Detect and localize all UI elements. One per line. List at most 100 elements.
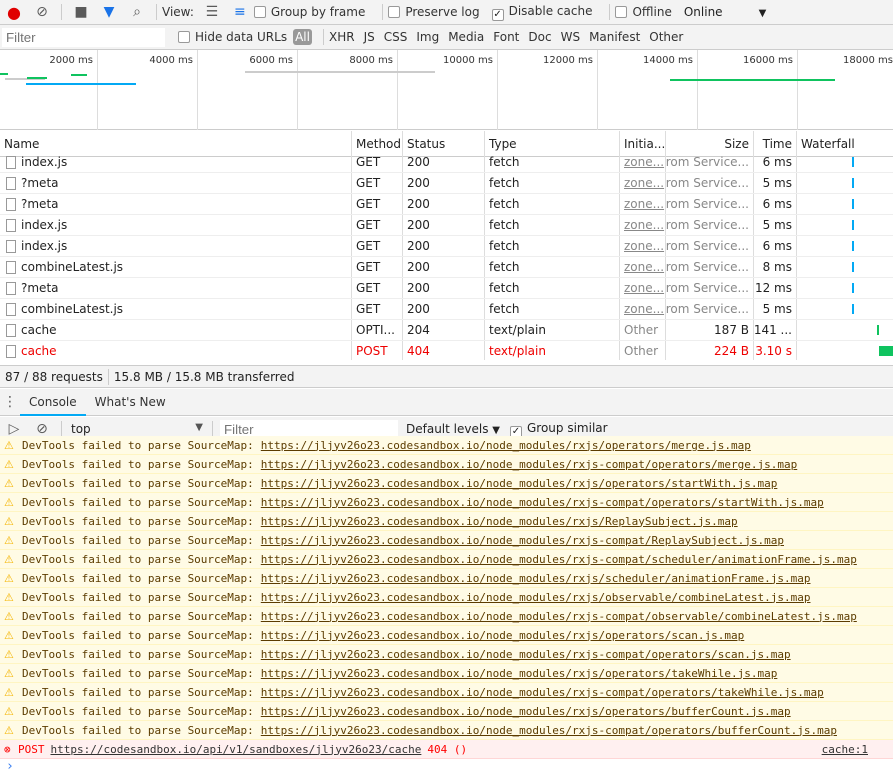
- warning-text: DevTools failed to parse SourceMap:: [22, 628, 254, 642]
- filter-input[interactable]: [2, 27, 165, 47]
- cell-size: 187 B: [665, 320, 753, 340]
- warning-text: DevTools failed to parse SourceMap:: [22, 533, 254, 547]
- cell-method: GET: [351, 257, 402, 277]
- table-row[interactable]: index.js GET 200 fetch zone... (from Service.…: [0, 152, 893, 173]
- console-warning: ⚠ DevTools failed to parse SourceMap: http…: [0, 474, 893, 493]
- cell-method: GET: [351, 194, 402, 214]
- table-row[interactable]: index.js GET 200 fetch zone... (from Service.…: [0, 236, 893, 257]
- cell-initiator[interactable]: Other: [619, 341, 665, 360]
- table-row[interactable]: cache POST 404 text/plain Other 224 B 3.10 s: [0, 341, 893, 360]
- console-prompt[interactable]: ›: [0, 759, 893, 777]
- table-row[interactable]: cache OPTI... 204 text/plain Other 187 B 141 .…: [0, 320, 893, 341]
- filter-type-ws[interactable]: WS: [561, 30, 580, 44]
- cell-initiator[interactable]: zone...: [619, 299, 665, 319]
- warning-icon: ⚠: [4, 647, 14, 661]
- table-row[interactable]: ?meta GET 200 fetch zone... (from Service... 1…: [0, 278, 893, 299]
- record-icon[interactable]: ●: [3, 3, 25, 22]
- cell-text: fetch: [489, 155, 520, 169]
- cell-text: 200: [407, 302, 430, 316]
- sourcemap-link[interactable]: https://jljyv26o23.codesandbox.io/node_m…: [261, 515, 738, 528]
- cell-initiator[interactable]: zone...: [619, 215, 665, 235]
- console-warning: ⚠ DevTools failed to parse SourceMap: http…: [0, 664, 893, 683]
- sourcemap-link[interactable]: https://jljyv26o23.codesandbox.io/node_m…: [261, 591, 811, 604]
- filter-type-css[interactable]: CSS: [384, 30, 408, 44]
- console-warning: ⚠ DevTools failed to parse SourceMap: http…: [0, 550, 893, 569]
- sourcemap-link[interactable]: https://jljyv26o23.codesandbox.io/node_m…: [261, 534, 784, 547]
- filter-type-doc[interactable]: Doc: [528, 30, 551, 44]
- table-row[interactable]: ?meta GET 200 fetch zone... (from Service... 5…: [0, 173, 893, 194]
- cell-status: 200: [402, 278, 484, 298]
- filter-type-font[interactable]: Font: [493, 30, 519, 44]
- sourcemap-link[interactable]: https://jljyv26o23.codesandbox.io/node_m…: [261, 610, 857, 623]
- sourcemap-link[interactable]: https://jljyv26o23.codesandbox.io/node_m…: [261, 553, 857, 566]
- waterfall-bar: [852, 262, 854, 272]
- tab-console[interactable]: Console: [20, 389, 86, 416]
- sourcemap-link[interactable]: https://jljyv26o23.codesandbox.io/node_m…: [261, 648, 791, 661]
- search-icon[interactable]: ⌕: [126, 4, 148, 20]
- disable-cache-checkbox[interactable]: ✓ Disable cache: [491, 4, 605, 21]
- more-menu-icon[interactable]: ⋮: [3, 394, 17, 410]
- filter-icon[interactable]: ▼: [98, 4, 120, 20]
- throttle-select[interactable]: Online ▼: [684, 5, 766, 19]
- cell-initiator[interactable]: zone...: [619, 173, 665, 193]
- console-warning: ⚠ DevTools failed to parse SourceMap: http…: [0, 721, 893, 740]
- cell-initiator[interactable]: zone...: [619, 278, 665, 298]
- filter-type-all[interactable]: All: [293, 29, 312, 45]
- warning-icon: ⚠: [4, 571, 14, 585]
- group-by-frame-checkbox[interactable]: Group by frame: [253, 5, 377, 19]
- camera-icon[interactable]: ■: [70, 4, 92, 20]
- group-similar-checkbox[interactable]: ✓ Group similar: [509, 421, 608, 438]
- clear-icon[interactable]: ⊘: [31, 4, 53, 20]
- tab-whats-new[interactable]: What's New: [86, 389, 175, 416]
- cell-text: GET: [356, 197, 381, 211]
- table-row[interactable]: ?meta GET 200 fetch zone... (from Service... 6…: [0, 194, 893, 215]
- cell-text: (from Service...: [665, 302, 749, 316]
- log-levels-select[interactable]: Default levels ▼: [406, 422, 500, 436]
- large-rows-icon[interactable]: ☰: [201, 4, 223, 20]
- clear-console-icon[interactable]: ⊘: [31, 421, 53, 437]
- cell-text: 5 ms: [762, 302, 792, 316]
- error-source-link[interactable]: cache:1: [822, 743, 868, 756]
- filter-type-js[interactable]: JS: [364, 30, 375, 44]
- warning-icon: ⚠: [4, 457, 14, 471]
- filter-type-other[interactable]: Other: [649, 30, 683, 44]
- cell-method: GET: [351, 215, 402, 235]
- warning-text: DevTools failed to parse SourceMap:: [22, 685, 254, 699]
- offline-checkbox[interactable]: Offline: [615, 5, 683, 19]
- cell-text: GET: [356, 176, 381, 190]
- sourcemap-link[interactable]: https://jljyv26o23.codesandbox.io/node_m…: [261, 439, 751, 452]
- hide-data-urls-checkbox[interactable]: Hide data URLs: [178, 30, 293, 44]
- table-row[interactable]: combineLatest.js GET 200 fetch zone... (from …: [0, 257, 893, 278]
- cell-size: (from Service...: [665, 173, 753, 193]
- filter-type-img[interactable]: Img: [416, 30, 439, 44]
- filter-type-xhr[interactable]: XHR: [329, 30, 355, 44]
- sourcemap-link[interactable]: https://jljyv26o23.codesandbox.io/node_m…: [261, 477, 778, 490]
- cell-text: zone...: [624, 197, 665, 211]
- sidebar-toggle-icon[interactable]: ▷: [3, 421, 25, 437]
- sourcemap-link[interactable]: https://jljyv26o23.codesandbox.io/node_m…: [261, 572, 811, 585]
- filter-type-media[interactable]: Media: [448, 30, 484, 44]
- console-warning: ⚠ DevTools failed to parse SourceMap: http…: [0, 455, 893, 474]
- cell-initiator[interactable]: zone...: [619, 194, 665, 214]
- sourcemap-link[interactable]: https://jljyv26o23.codesandbox.io/node_m…: [261, 686, 824, 699]
- error-url-link[interactable]: https://codesandbox.io/api/v1/sandboxes/…: [51, 743, 422, 756]
- sourcemap-link[interactable]: https://jljyv26o23.codesandbox.io/node_m…: [261, 705, 791, 718]
- cell-initiator[interactable]: Other: [619, 320, 665, 340]
- divider: [382, 4, 384, 20]
- filter-type-manifest[interactable]: Manifest: [589, 30, 640, 44]
- sourcemap-link[interactable]: https://jljyv26o23.codesandbox.io/node_m…: [261, 629, 744, 642]
- waterfall-icon[interactable]: ≡: [229, 4, 251, 20]
- table-row[interactable]: index.js GET 200 fetch zone... (from Service.…: [0, 215, 893, 236]
- timeline-tick-label: 8000 ms: [349, 55, 393, 66]
- sourcemap-link[interactable]: https://jljyv26o23.codesandbox.io/node_m…: [261, 724, 837, 737]
- cell-initiator[interactable]: zone...: [619, 236, 665, 256]
- preserve-log-checkbox[interactable]: Preserve log: [388, 5, 491, 19]
- cell-initiator[interactable]: zone...: [619, 257, 665, 277]
- cell-initiator[interactable]: zone...: [619, 152, 665, 172]
- cell-text: 200: [407, 155, 430, 169]
- sourcemap-link[interactable]: https://jljyv26o23.codesandbox.io/node_m…: [261, 458, 797, 471]
- table-row[interactable]: combineLatest.js GET 200 fetch zone... (from …: [0, 299, 893, 320]
- context-select[interactable]: top ▼: [67, 422, 207, 436]
- sourcemap-link[interactable]: https://jljyv26o23.codesandbox.io/node_m…: [261, 667, 778, 680]
- sourcemap-link[interactable]: https://jljyv26o23.codesandbox.io/node_m…: [261, 496, 824, 509]
